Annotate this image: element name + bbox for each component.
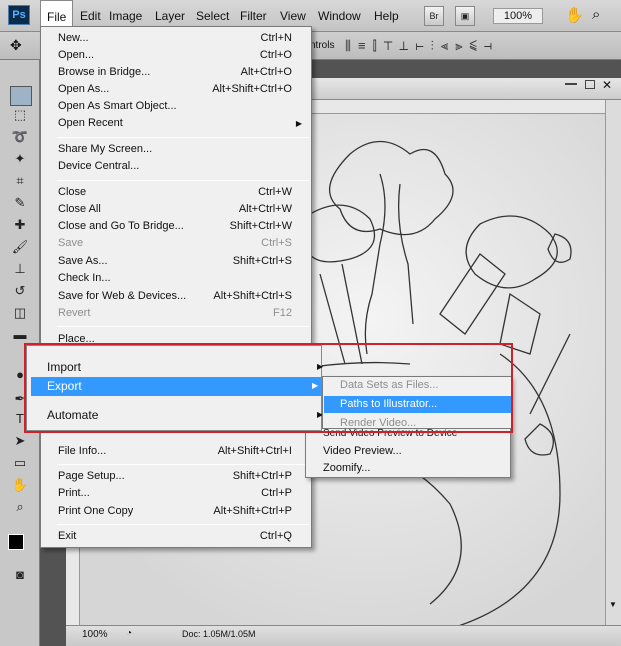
eyedropper-tool-icon[interactable]: ✎ bbox=[11, 194, 29, 212]
shape-tool-icon[interactable]: ▭ bbox=[11, 454, 29, 472]
photoshop-logo-icon: Ps bbox=[8, 5, 30, 25]
menu-item-print-one-copy[interactable]: Print One Copy Alt+Shift+Ctrl+P bbox=[42, 503, 310, 520]
menu-item-close[interactable]: Close Ctrl+W bbox=[42, 184, 310, 201]
menu-item-new[interactable]: New... Ctrl+N bbox=[42, 30, 310, 47]
menu-window[interactable]: Window bbox=[312, 0, 367, 32]
brush-tool-icon[interactable]: 🖌 bbox=[11, 238, 29, 256]
menu-separator bbox=[57, 137, 309, 138]
align-icons[interactable]: ⫼≡⫿⊤⊥⊢⫶⫷⫸⫹⊣ bbox=[345, 38, 621, 54]
marquee-tool-icon[interactable]: ⬚ bbox=[11, 106, 29, 124]
hand-tool-icon[interactable]: ✋ bbox=[565, 6, 584, 24]
bridge-button[interactable]: Br bbox=[424, 6, 444, 26]
path-select-icon[interactable]: ➤ bbox=[11, 432, 29, 450]
menu-item-save-as[interactable]: Save As... Shift+Ctrl+S bbox=[42, 253, 310, 270]
submenu-item-video-preview[interactable]: Video Preview... bbox=[307, 443, 509, 460]
highlight-callout-box bbox=[24, 343, 513, 433]
vertical-scrollbar[interactable] bbox=[605, 100, 621, 625]
menu-item-browse-in-bridge[interactable]: Browse in Bridge... Alt+Ctrl+O bbox=[42, 64, 310, 81]
stamp-tool-icon[interactable]: ⊥ bbox=[11, 260, 29, 278]
close-icon[interactable]: ✕ bbox=[602, 78, 612, 92]
gradient-tool-icon[interactable]: ▬ bbox=[11, 326, 29, 344]
menu-item-check-in[interactable]: Check In... bbox=[42, 270, 310, 287]
menu-separator bbox=[57, 180, 309, 181]
healing-tool-icon[interactable]: ✚ bbox=[11, 216, 29, 234]
menu-item-open-smart-object[interactable]: Open As Smart Object... bbox=[42, 98, 310, 115]
menu-item-save[interactable]: Save Ctrl+S bbox=[42, 235, 310, 252]
status-icon: ◔ bbox=[126, 628, 133, 639]
menu-separator bbox=[57, 524, 309, 525]
minimize-icon[interactable] bbox=[565, 83, 577, 85]
menu-item-device-central[interactable]: Device Central... bbox=[42, 158, 310, 175]
zoom-level-select[interactable]: 100% bbox=[493, 8, 543, 24]
status-zoom[interactable]: 100% bbox=[82, 629, 108, 640]
photo-icon: ▣ bbox=[460, 11, 470, 21]
menu-item-open-as[interactable]: Open As... Alt+Shift+Ctrl+O bbox=[42, 81, 310, 98]
file-menu: New... Ctrl+N Open... Ctrl+O Browse in Bri… bbox=[40, 26, 312, 548]
zoom-icon[interactable]: ⌕ bbox=[11, 498, 29, 516]
menu-item-exit[interactable]: Exit Ctrl+Q bbox=[42, 528, 310, 545]
menu-item-page-setup[interactable]: Page Setup... Shift+Ctrl+P bbox=[42, 468, 310, 485]
move-tool-button[interactable] bbox=[10, 86, 32, 106]
menu-item-close-all[interactable]: Close All Alt+Ctrl+W bbox=[42, 201, 310, 218]
menu-item-revert[interactable]: Revert F12 bbox=[42, 305, 310, 322]
menu-item-file-info[interactable]: File Info... Alt+Shift+Ctrl+I bbox=[42, 443, 310, 460]
status-doc-size: Doc: 1.05M/1.05M bbox=[182, 629, 256, 639]
menu-item-open-recent[interactable]: Open Recent ▶ bbox=[42, 115, 310, 132]
move-tool-icon: ✥ bbox=[10, 37, 22, 53]
view-extras-button[interactable]: ▣ bbox=[455, 6, 475, 26]
submenu-arrow-icon: ▶ bbox=[295, 119, 302, 128]
wand-tool-icon[interactable]: ✦ bbox=[11, 150, 29, 168]
options-label: ntrols bbox=[310, 40, 335, 51]
menu-item-share-my-screen[interactable]: Share My Screen... bbox=[42, 141, 310, 158]
menu-item-save-for-web[interactable]: Save for Web & Devices... Alt+Shift+Ctrl+… bbox=[42, 288, 310, 305]
scroll-down-arrow-icon[interactable]: ▼ bbox=[605, 600, 621, 624]
maximize-icon[interactable] bbox=[585, 80, 595, 89]
eraser-tool-icon[interactable]: ◫ bbox=[11, 304, 29, 322]
submenu-item-zoomify[interactable]: Zoomify... bbox=[307, 460, 509, 477]
crop-tool-icon[interactable]: ⌗ bbox=[11, 172, 29, 190]
status-bar bbox=[66, 625, 621, 646]
hand-icon[interactable]: ✋ bbox=[11, 476, 29, 494]
menu-help[interactable]: Help bbox=[368, 0, 405, 32]
zoom-tool-icon[interactable]: ⌕ bbox=[592, 6, 600, 23]
menu-separator bbox=[57, 326, 309, 327]
menu-item-open[interactable]: Open... Ctrl+O bbox=[42, 47, 310, 64]
foreground-color-swatch[interactable] bbox=[8, 534, 24, 550]
lasso-tool-icon[interactable]: ➰ bbox=[11, 128, 29, 146]
quick-mask-icon[interactable]: ◙ bbox=[11, 566, 29, 584]
history-brush-icon[interactable]: ↺ bbox=[11, 282, 29, 300]
menu-separator bbox=[57, 464, 309, 465]
menu-item-close-go-to-bridge[interactable]: Close and Go To Bridge... Shift+Ctrl+W bbox=[42, 218, 310, 235]
menu-item-print[interactable]: Print... Ctrl+P bbox=[42, 485, 310, 502]
